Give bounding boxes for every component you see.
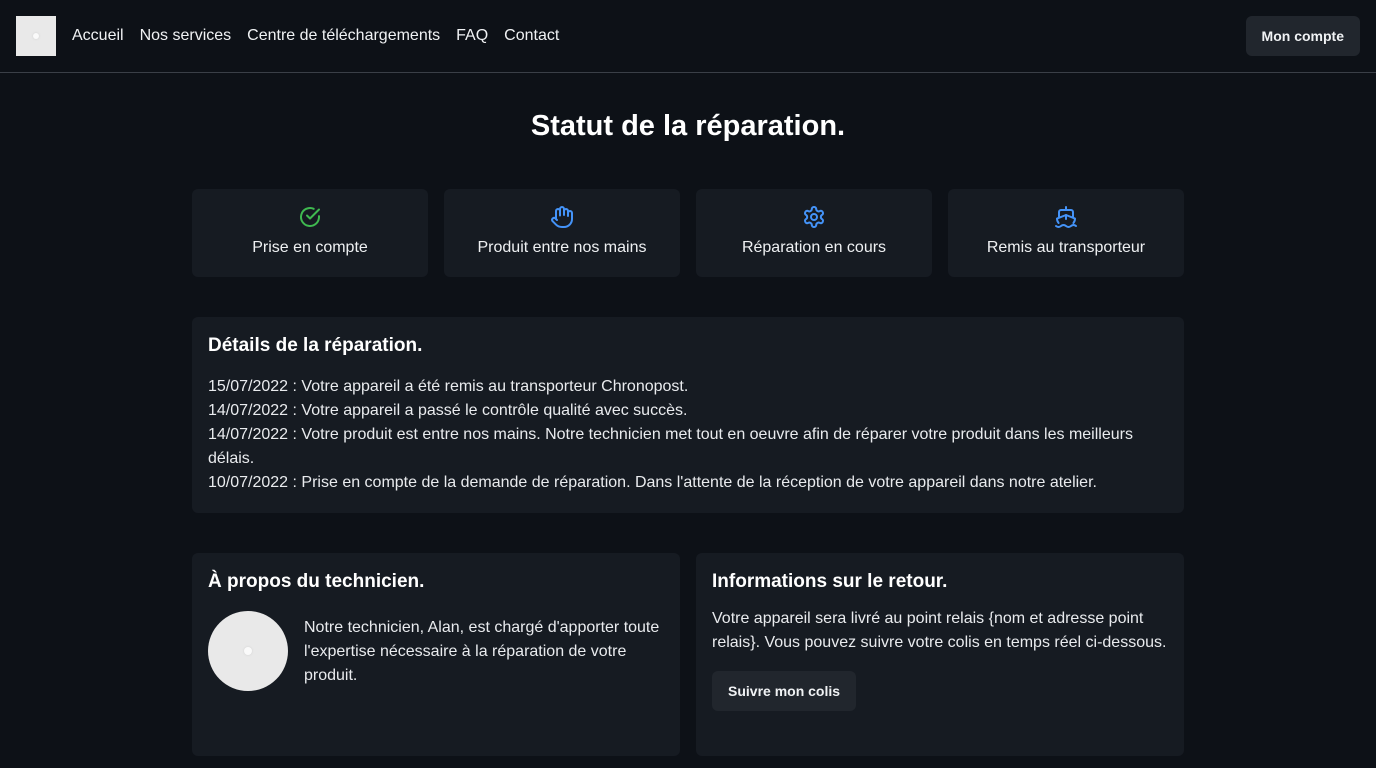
detail-line: 14/07/2022 : Votre produit est entre nos… (208, 426, 1133, 467)
step-label: Produit entre nos mains (477, 239, 647, 256)
step-reparation-en-cours: Réparation en cours (696, 189, 932, 277)
logo[interactable] (16, 16, 56, 56)
nav-links: Accueil Nos services Centre de télécharg… (72, 27, 575, 45)
nav-link-services[interactable]: Nos services (140, 27, 232, 45)
return-text: Votre appareil sera livré au point relai… (712, 610, 1167, 651)
technician-body: Notre technicien, Alan, est chargé d'app… (208, 611, 664, 691)
avatar (208, 611, 288, 691)
account-button[interactable]: Mon compte (1245, 16, 1360, 56)
return-info-card: Informations sur le retour. Votre appare… (696, 553, 1184, 756)
detail-line: 14/07/2022 : Votre appareil a passé le c… (208, 402, 688, 419)
gear-icon (804, 206, 824, 228)
ship-icon (1055, 206, 1077, 228)
page-title: Statut de la réparation. (530, 110, 846, 142)
technician-card: À propos du technicien. Notre technicien… (192, 553, 680, 756)
navbar: Accueil Nos services Centre de télécharg… (0, 0, 1376, 73)
step-label: Prise en compte (252, 239, 368, 256)
nav-link-downloads[interactable]: Centre de téléchargements (247, 27, 440, 45)
technician-text: Notre technicien, Alan, est chargé d'app… (304, 619, 660, 684)
hand-icon (551, 206, 573, 228)
repair-details-card: Détails de la réparation. 15/07/2022 : V… (192, 317, 1184, 513)
nav-link-contact[interactable]: Contact (504, 27, 559, 45)
step-remis-au-transporteur: Remis au transporteur (948, 189, 1184, 277)
details-title: Détails de la réparation. (208, 335, 423, 356)
avatar-image-icon (244, 647, 252, 655)
logo-image-icon (33, 33, 39, 39)
track-package-button[interactable]: Suivre mon colis (712, 671, 857, 711)
return-title: Informations sur le retour. (712, 571, 948, 592)
detail-line: 10/07/2022 : Prise en compte de la deman… (208, 474, 1097, 491)
detail-line: 15/07/2022 : Votre appareil a été remis … (208, 378, 689, 395)
step-prise-en-compte: Prise en compte (192, 189, 428, 277)
technician-title: À propos du technicien. (208, 571, 425, 592)
check-circle-icon (300, 207, 320, 227)
nav-link-faq[interactable]: FAQ (456, 27, 488, 45)
status-steps: Prise en compte Produit entre nos mains … (192, 189, 1184, 277)
step-produit-entre-nos-mains: Produit entre nos mains (444, 189, 680, 277)
nav-link-accueil[interactable]: Accueil (72, 27, 124, 45)
step-label: Réparation en cours (741, 239, 887, 256)
step-label: Remis au transporteur (986, 239, 1146, 256)
